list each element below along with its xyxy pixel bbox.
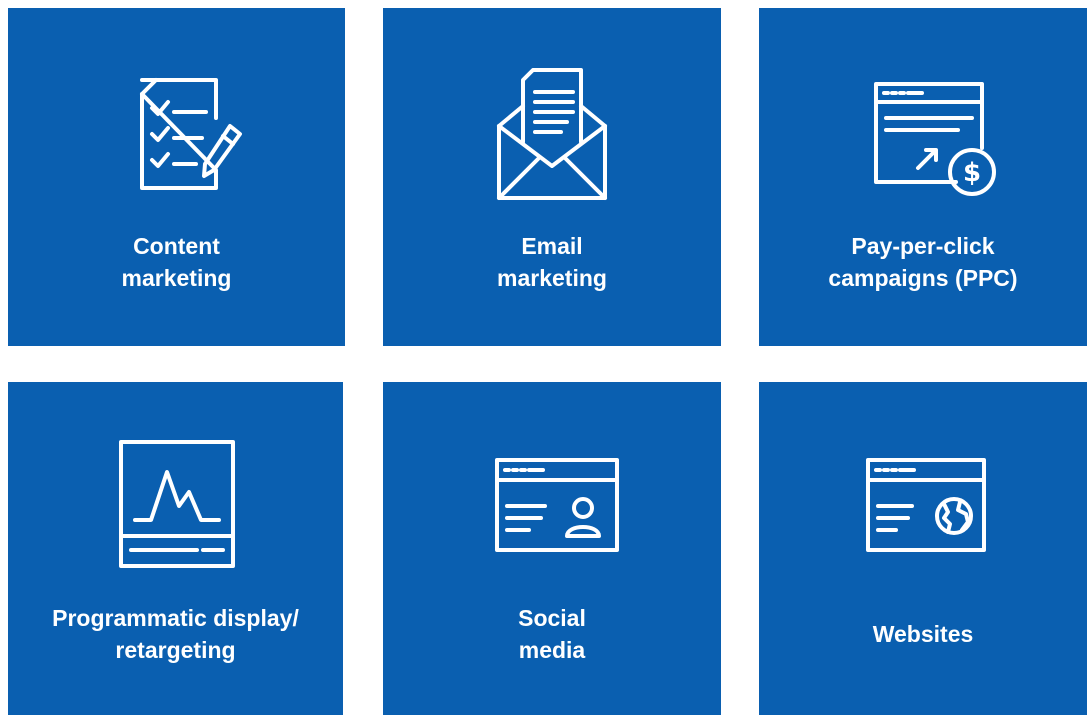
- tile-label-line: Websites: [872, 621, 974, 647]
- monitor-pulse-icon: [8, 432, 343, 582]
- tile-label-line: marketing: [121, 265, 232, 291]
- open-envelope-icon: [383, 58, 721, 208]
- tile-label: Email marketing: [383, 230, 721, 294]
- tile-websites[interactable]: Websites: [759, 382, 1087, 715]
- tile-label-line: media: [518, 637, 586, 663]
- tile-label-line: Email: [521, 233, 583, 259]
- tile-label-line: Content: [133, 233, 220, 259]
- browser-dollar-click-icon: $: [759, 58, 1087, 208]
- tile-label: Pay-per-click campaigns (PPC): [759, 230, 1087, 294]
- tile-label-line: marketing: [497, 265, 607, 291]
- tile-label-line: Programmatic display/: [52, 605, 299, 631]
- tile-social-media[interactable]: Social media: [383, 382, 721, 715]
- tile-content-marketing[interactable]: Content marketing: [8, 8, 345, 346]
- tile-label-line: Pay-per-click: [851, 233, 995, 259]
- tile-label-line: Social: [518, 605, 586, 631]
- checklist-pencil-icon: [8, 58, 345, 208]
- svg-text:$: $: [963, 158, 981, 188]
- services-grid: Content marketing Email marketing $ Pay-…: [0, 0, 1087, 715]
- tile-label: Social media: [383, 602, 721, 666]
- browser-profile-icon: [383, 432, 721, 582]
- browser-globe-icon: [759, 432, 1087, 582]
- tile-ppc-campaigns[interactable]: $ Pay-per-click campaigns (PPC): [759, 8, 1087, 346]
- tile-label: Programmatic display/ retargeting: [8, 602, 343, 666]
- tile-email-marketing[interactable]: Email marketing: [383, 8, 721, 346]
- tile-label-line: campaigns (PPC): [828, 265, 1018, 291]
- tile-label-line: retargeting: [115, 637, 236, 663]
- tile-label: Websites: [759, 602, 1087, 650]
- tile-programmatic-display[interactable]: Programmatic display/ retargeting: [8, 382, 343, 715]
- tile-label: Content marketing: [8, 230, 345, 294]
